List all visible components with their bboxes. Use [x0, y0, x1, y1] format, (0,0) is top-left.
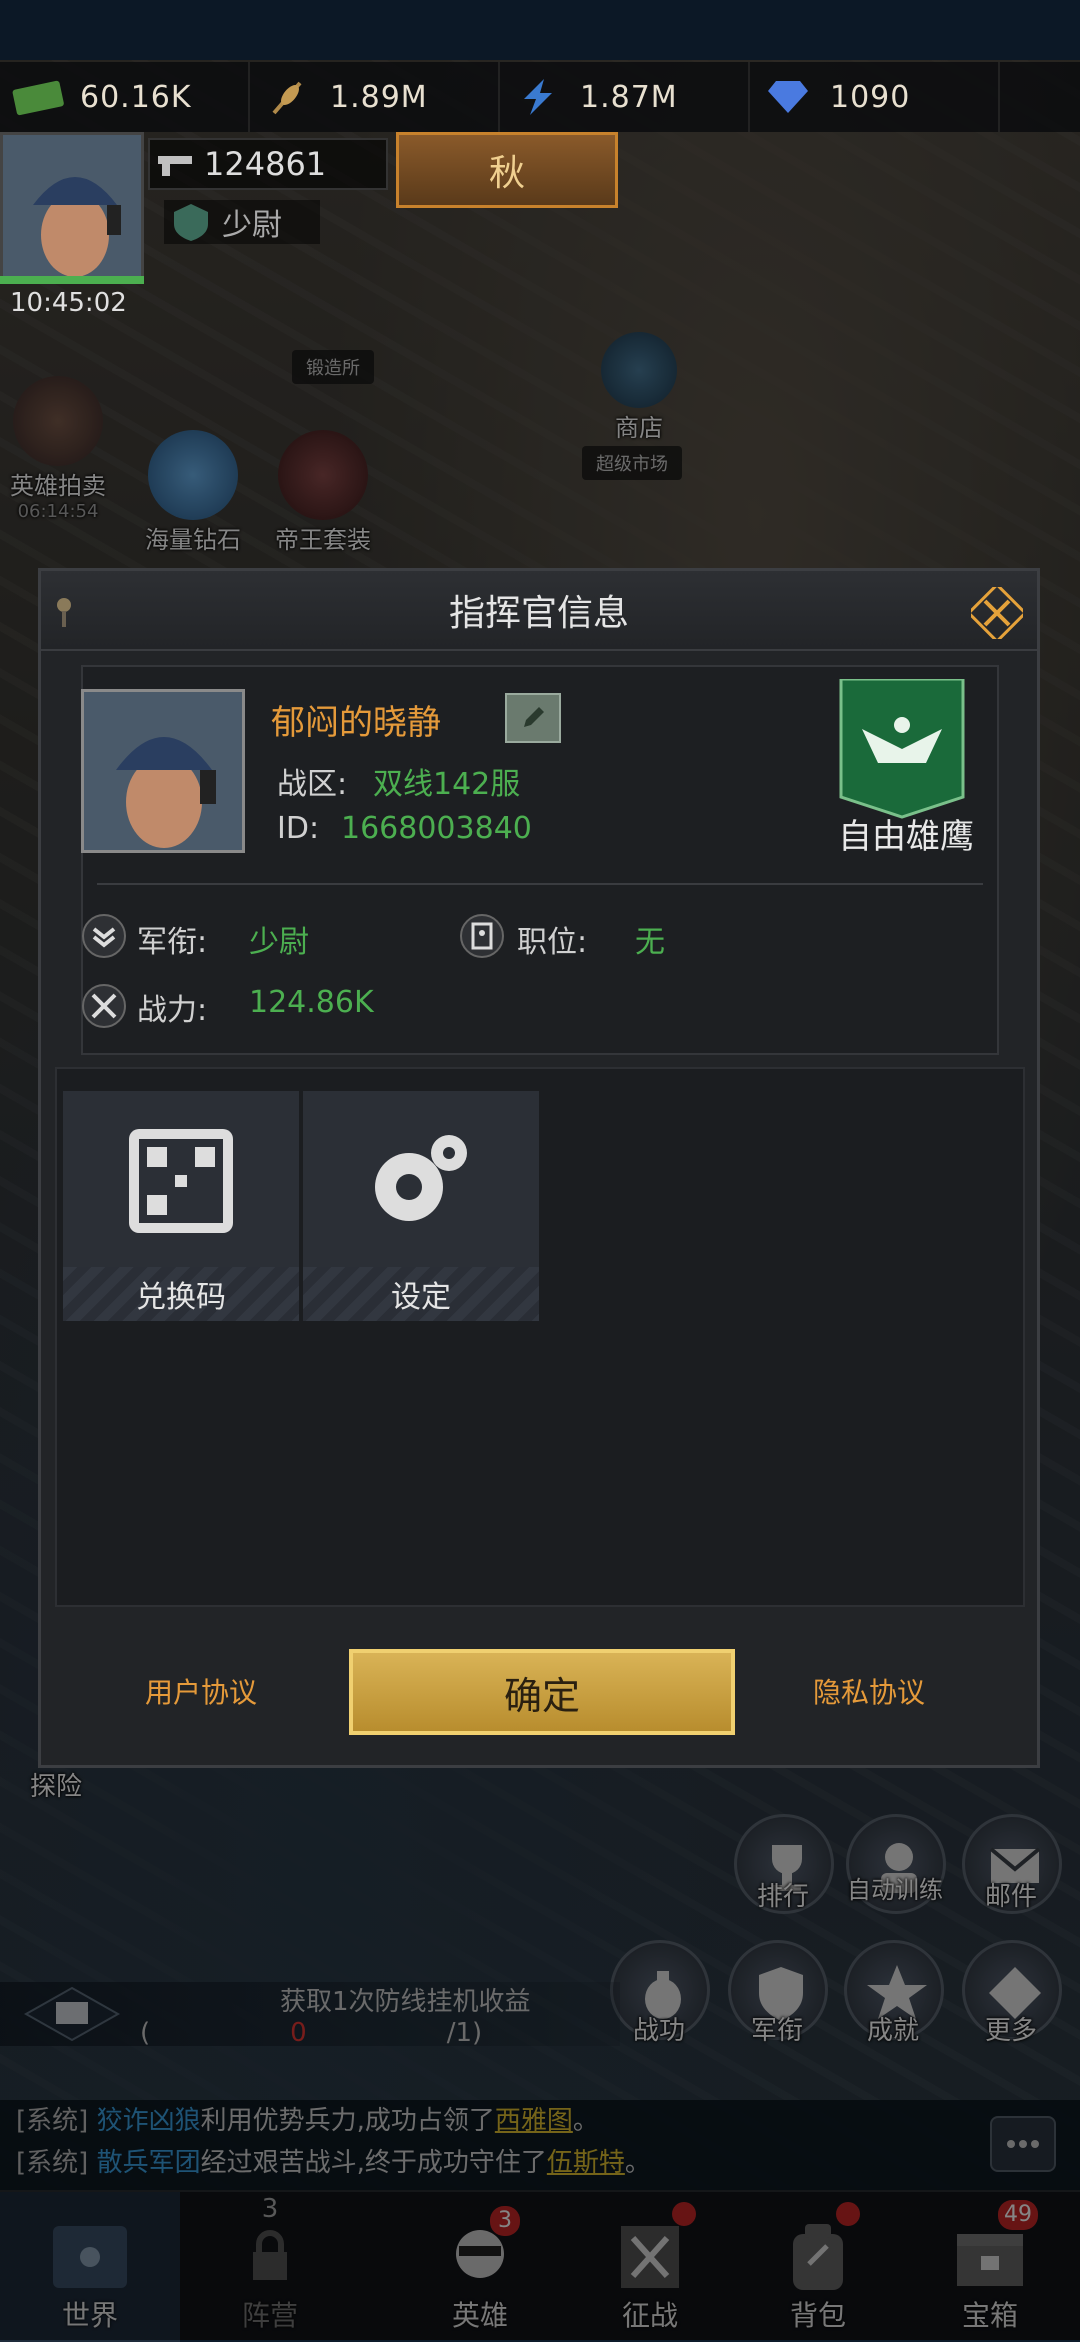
commander-portrait[interactable] — [81, 689, 245, 853]
resource-cash[interactable]: 60.16K — [0, 62, 250, 132]
diamond-icon — [768, 81, 808, 113]
player-power-value: 124861 — [204, 145, 327, 183]
redeem-code-button[interactable]: 兑换码 — [63, 1091, 299, 1321]
rank-label: 军衔: — [137, 925, 208, 960]
user-agreement-link[interactable]: 用户协议 — [145, 1671, 257, 1711]
resource-value: 60.16K — [80, 79, 192, 115]
feature-grid: 兑换码 设定 — [55, 1067, 1025, 1607]
commander-name: 郁闷的晓静 — [271, 703, 441, 743]
tile-label: 设定 — [303, 1267, 539, 1321]
guild-name: 自由雄鹰 — [838, 817, 974, 857]
avatar — [84, 692, 242, 850]
commander-info-dialog: 指挥官信息 郁闷的晓静 战区: 双线142服 ID: 1668003840 自由… — [38, 568, 1040, 1768]
position-badge-icon — [460, 914, 504, 958]
rank-value: 少尉 — [249, 925, 309, 960]
player-rank-display[interactable]: 少尉 — [164, 200, 320, 244]
resource-bar: 60.16K 1.89M 1.87M 1090 — [0, 62, 1080, 132]
lightning-icon — [524, 79, 552, 115]
player-hp-bar — [0, 276, 144, 284]
avatar — [3, 135, 141, 279]
zone-value: 双线142服 — [373, 767, 521, 802]
close-icon[interactable] — [971, 587, 1023, 639]
player-power-display: 124861 — [148, 138, 388, 190]
resource-value: 1.89M — [330, 79, 428, 115]
resource-food[interactable]: 1.89M — [250, 62, 500, 132]
position-value: 无 — [635, 925, 665, 960]
dialog-header: 指挥官信息 — [41, 571, 1037, 651]
rank-chevron-icon — [82, 914, 126, 958]
gun-icon — [158, 156, 192, 176]
lamp-icon — [57, 598, 71, 627]
player-rank-value: 少尉 — [222, 208, 282, 243]
pencil-icon — [524, 707, 544, 727]
guild-eagle-icon[interactable] — [837, 679, 967, 819]
status-bar — [0, 0, 1080, 62]
privacy-policy-link[interactable]: 隐私协议 — [813, 1671, 925, 1711]
position-label: 职位: — [517, 925, 588, 960]
divider — [97, 883, 983, 885]
settings-button[interactable]: 设定 — [303, 1091, 539, 1321]
wheat-icon — [272, 81, 302, 115]
power-value: 124.86K — [249, 985, 374, 1020]
player-avatar-button[interactable] — [0, 132, 144, 282]
cash-icon — [12, 80, 64, 116]
game-clock: 10:45:02 — [10, 288, 127, 318]
resource-diamond[interactable]: 1090 — [750, 62, 1000, 132]
dialog-title: 指挥官信息 — [448, 593, 629, 634]
edit-name-button[interactable] — [505, 693, 561, 743]
resource-value: 1090 — [830, 79, 911, 115]
gear-icon — [375, 1135, 467, 1221]
crossed-blades-icon — [82, 984, 126, 1028]
power-label: 战力: — [137, 993, 208, 1028]
rank-badge-icon — [174, 204, 208, 241]
resource-value: 1.87M — [580, 79, 678, 115]
zone-label: 战区: — [277, 767, 348, 802]
confirm-button[interactable]: 确定 — [349, 1649, 735, 1735]
id-label: ID: — [277, 811, 320, 846]
resource-energy[interactable]: 1.87M — [500, 62, 750, 132]
tile-label: 兑换码 — [63, 1267, 299, 1321]
qr-code-icon — [129, 1129, 233, 1233]
id-value: 1668003840 — [341, 811, 532, 846]
season-banner[interactable]: 秋 — [396, 132, 618, 208]
